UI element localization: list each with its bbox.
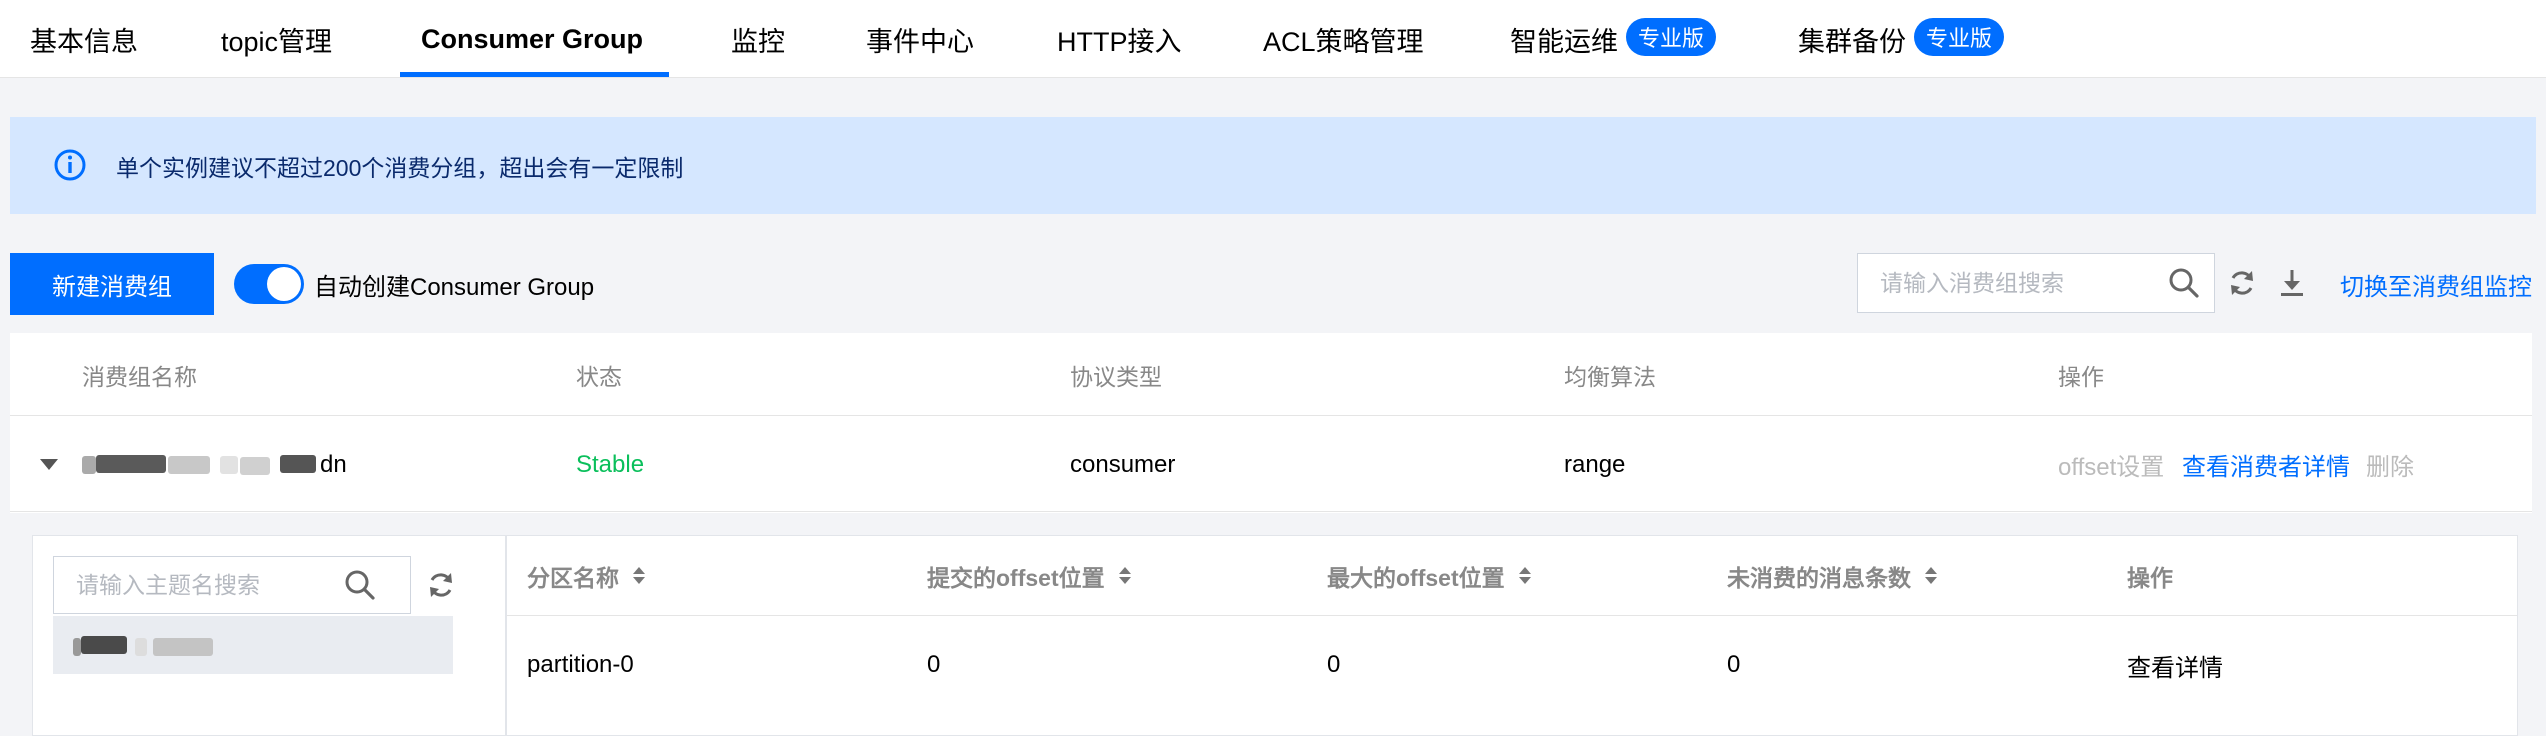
search-icon[interactable] — [2168, 267, 2200, 299]
redacted-name-fragment — [96, 455, 166, 473]
column-header-status: 状态 — [576, 363, 622, 390]
column-header-label: 最大的offset位置 — [1327, 565, 1505, 591]
info-banner: 单个实例建议不超过200个消费分组，超出会有一定限制 — [10, 117, 2536, 214]
redacted-name-fragment — [240, 457, 270, 475]
refresh-icon[interactable] — [2226, 267, 2258, 299]
partition-table: 分区名称 提交的offset位置 最大的offset位置 未消费的消息条数 操作… — [506, 535, 2518, 736]
balance-algorithm: range — [1564, 450, 1626, 478]
partition-name: partition-0 — [527, 651, 634, 678]
column-header-max-offset[interactable]: 最大的offset位置 — [1327, 536, 1531, 616]
search-icon[interactable] — [344, 569, 376, 601]
sort-icon[interactable] — [1518, 567, 1531, 585]
status-badge: Stable — [576, 450, 645, 478]
column-header-unconsumed-count[interactable]: 未消费的消息条数 — [1727, 536, 1937, 616]
column-header-group-name: 消费组名称 — [82, 363, 197, 390]
refresh-icon[interactable] — [425, 569, 457, 601]
column-header-label: 分区名称 — [527, 565, 619, 591]
redacted-name-fragment — [82, 456, 96, 474]
tab-http-access[interactable]: HTTP接入 — [1057, 0, 1182, 78]
pro-badge-cluster-backup: 专业版 — [1914, 18, 2005, 56]
view-partition-details-link[interactable]: 查看详情 — [2127, 616, 2223, 714]
top-tab-bar: 基本信息 topic管理 Consumer Group 监控 事件中心 HTTP… — [0, 0, 2546, 78]
expand-row-caret-icon[interactable] — [40, 459, 58, 470]
column-header-label: 提交的offset位置 — [927, 565, 1105, 591]
consumer-group-table: 消费组名称 状态 协议类型 均衡算法 操作 dn Stable consumer… — [10, 333, 2532, 736]
view-consumer-details-link[interactable]: 查看消费者详情 — [2182, 417, 2350, 512]
committed-offset: 0 — [927, 651, 941, 678]
max-offset: 0 — [1327, 651, 1341, 678]
redacted-name-fragment — [280, 455, 316, 473]
tab-cluster-backup[interactable]: 集群备份 — [1798, 0, 1906, 78]
column-header-partition-name[interactable]: 分区名称 — [527, 536, 645, 616]
info-icon — [54, 149, 86, 181]
pro-badge-smart-ops: 专业版 — [1626, 18, 1717, 56]
active-tab-indicator — [400, 72, 669, 77]
column-header-operations: 操作 — [2058, 363, 2104, 390]
redacted-name-fragment — [168, 456, 210, 474]
column-header-label: 未消费的消息条数 — [1727, 565, 1911, 591]
topic-search-box — [53, 556, 411, 614]
redacted-topic-fragment — [73, 638, 81, 656]
group-name: dn — [320, 450, 347, 478]
tab-smart-ops[interactable]: 智能运维 — [1510, 0, 1618, 78]
banner-text: 单个实例建议不超过200个消费分组，超出会有一定限制 — [116, 154, 684, 181]
column-header-balance: 均衡算法 — [1564, 363, 1656, 390]
redacted-topic-fragment — [135, 638, 147, 656]
download-icon[interactable] — [2276, 267, 2308, 299]
partition-table-header-row: 分区名称 提交的offset位置 最大的offset位置 未消费的消息条数 操作 — [507, 536, 2517, 616]
tab-consumer-group[interactable]: Consumer Group — [421, 0, 643, 78]
column-header-partition-operations: 操作 — [2127, 565, 2173, 591]
sort-icon[interactable] — [633, 567, 645, 585]
tab-topic-management[interactable]: topic管理 — [221, 0, 332, 78]
create-consumer-group-button[interactable]: 新建消费组 — [10, 253, 214, 315]
offset-settings-link[interactable]: offset设置 — [2058, 417, 2164, 512]
sort-icon[interactable] — [1118, 567, 1131, 585]
redacted-topic-fragment — [153, 638, 213, 656]
topic-list-item[interactable] — [53, 616, 453, 674]
column-header-protocol: 协议类型 — [1070, 363, 1162, 390]
tab-event-center[interactable]: 事件中心 — [866, 0, 974, 78]
consumer-group-search-box — [1857, 253, 2215, 313]
auto-create-toggle[interactable] — [234, 264, 304, 304]
consumer-group-search-input[interactable] — [1858, 254, 2158, 312]
column-header-committed-offset[interactable]: 提交的offset位置 — [927, 536, 1131, 616]
table-row: dn Stable consumer range offset设置 查看消费者详… — [10, 417, 2532, 512]
topic-search-input[interactable] — [54, 557, 344, 613]
auto-create-label: 自动创建Consumer Group — [314, 273, 595, 301]
toggle-knob — [267, 267, 301, 301]
tab-acl-policy[interactable]: ACL策略管理 — [1263, 0, 1424, 78]
switch-to-group-monitor-link[interactable]: 切换至消费组监控 — [2340, 265, 2532, 303]
tab-monitor[interactable]: 监控 — [731, 0, 785, 78]
protocol-type: consumer — [1070, 450, 1176, 478]
redacted-name-fragment — [220, 456, 238, 474]
sort-icon[interactable] — [1925, 567, 1937, 585]
redacted-topic-fragment — [81, 636, 127, 654]
tab-basic-info[interactable]: 基本信息 — [30, 0, 138, 78]
delete-link[interactable]: 删除 — [2366, 417, 2414, 512]
unconsumed-count: 0 — [1727, 651, 1741, 678]
topic-list-panel — [32, 535, 506, 736]
expanded-row-detail: 分区名称 提交的offset位置 最大的offset位置 未消费的消息条数 操作… — [10, 513, 2532, 736]
table-header-row: 消费组名称 状态 协议类型 均衡算法 操作 — [10, 333, 2532, 416]
